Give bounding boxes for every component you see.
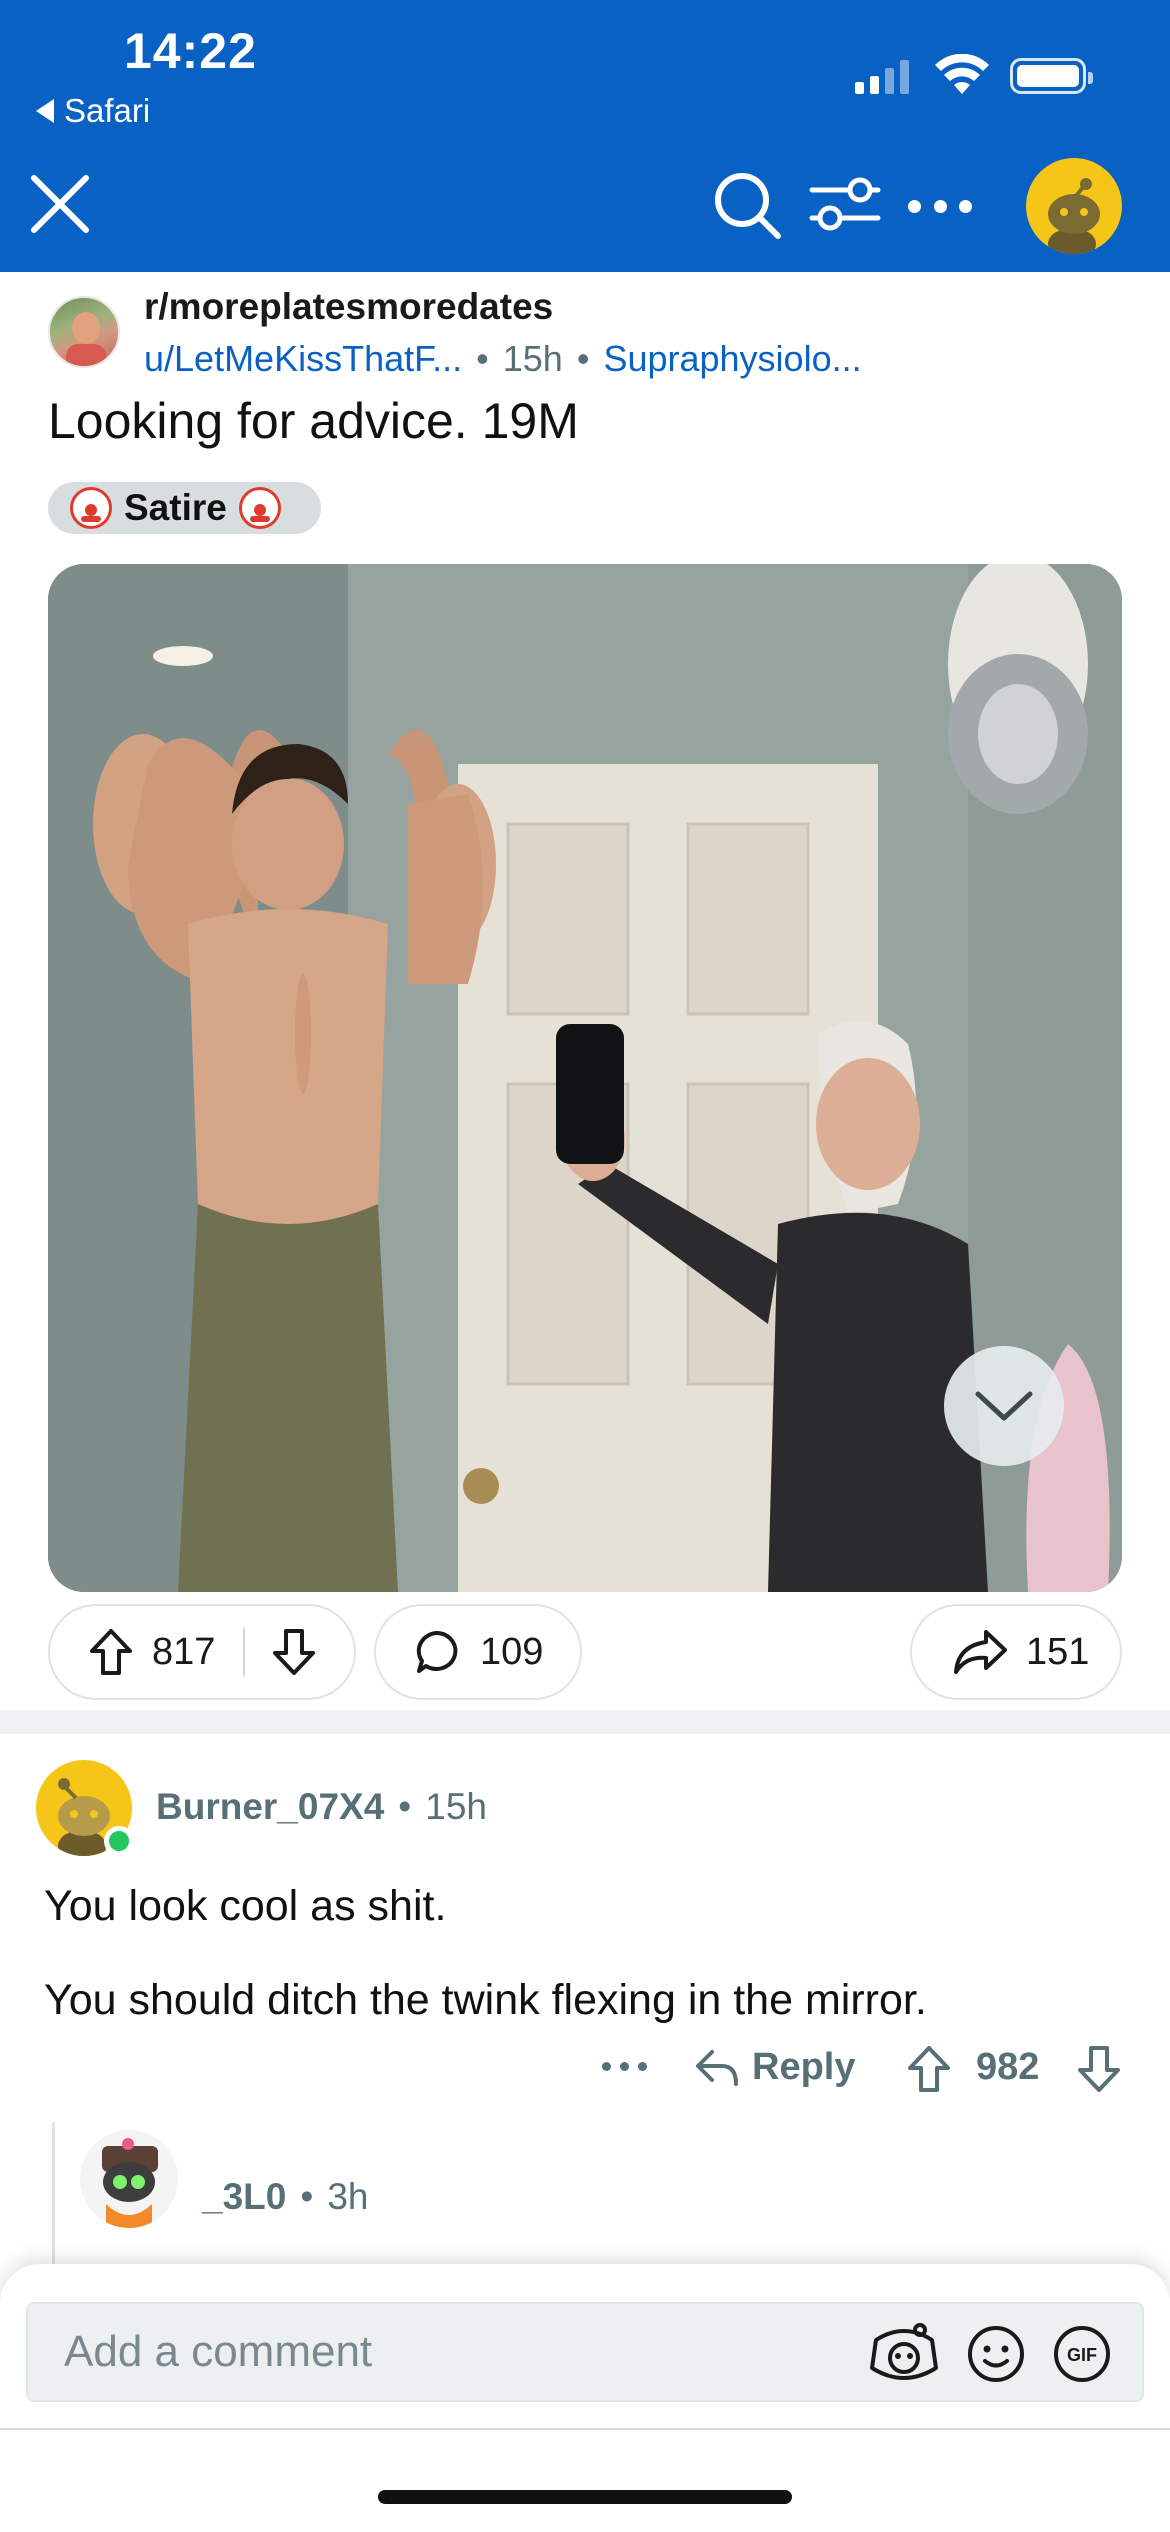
online-status-dot bbox=[104, 1826, 134, 1856]
comment-upvote-icon[interactable] bbox=[906, 2044, 952, 2094]
comment-bubble-icon bbox=[416, 1630, 458, 1673]
post-meta: u/LetMeKissThatF... • 15h • Supraphysiol… bbox=[144, 338, 862, 380]
gif-icon[interactable]: GIF bbox=[1052, 2324, 1112, 2384]
thread-line[interactable] bbox=[52, 2122, 55, 2272]
battery-icon bbox=[1010, 58, 1093, 94]
downvote-arrow-icon[interactable] bbox=[271, 1627, 317, 1677]
clown-emoji-icon bbox=[70, 487, 112, 529]
add-comment-input[interactable] bbox=[64, 2304, 844, 2400]
post-title[interactable]: Looking for advice. 19M bbox=[48, 392, 579, 450]
back-arrow-icon bbox=[36, 99, 54, 123]
app-header: 14:22 Safari bbox=[0, 0, 1170, 272]
vote-divider bbox=[243, 1628, 246, 1676]
reply-label: Reply bbox=[752, 2046, 856, 2088]
reply-header: _3L0 • 3h bbox=[202, 2176, 368, 2218]
back-app-label: Safari bbox=[64, 92, 151, 129]
post-author[interactable]: u/LetMeKissThatF... bbox=[144, 338, 462, 380]
comment-author[interactable]: Burner_07X4 bbox=[156, 1786, 384, 1828]
post-age: 15h bbox=[502, 338, 563, 379]
meta-separator: • bbox=[398, 1786, 412, 1827]
subreddit-avatar[interactable] bbox=[48, 296, 120, 368]
comment-score: 982 bbox=[976, 2046, 1040, 2088]
home-indicator[interactable] bbox=[378, 2490, 792, 2504]
composer-divider bbox=[0, 2428, 1170, 2430]
reply-author[interactable]: _3L0 bbox=[202, 2176, 286, 2218]
upvote-count: 817 bbox=[152, 1630, 216, 1673]
meta-separator: • bbox=[300, 2176, 314, 2217]
comment-downvote-icon[interactable] bbox=[1076, 2044, 1122, 2094]
wifi-icon bbox=[935, 54, 989, 94]
reply-button[interactable]: Reply bbox=[694, 2046, 855, 2089]
subreddit-name[interactable]: r/moreplatesmoredates bbox=[144, 286, 553, 328]
meta-separator: • bbox=[576, 338, 590, 379]
comment-text-line: You should ditch the twink flexing in th… bbox=[44, 1976, 927, 2024]
filter-icon[interactable] bbox=[808, 172, 882, 236]
comments-button[interactable]: 109 bbox=[374, 1604, 582, 1700]
cellular-signal-icon bbox=[855, 58, 909, 94]
gif-label: GIF bbox=[1067, 2345, 1097, 2365]
post-flair-badge[interactable]: Satire bbox=[48, 482, 321, 534]
user-avatar[interactable] bbox=[1026, 158, 1122, 254]
comment-actions: Reply 982 bbox=[0, 2040, 1170, 2100]
comment-more-icon[interactable] bbox=[602, 2062, 647, 2071]
flair-label: Satire bbox=[124, 487, 227, 528]
chevron-down-icon bbox=[975, 1391, 1033, 1421]
close-icon[interactable] bbox=[28, 172, 92, 236]
section-divider bbox=[0, 1710, 1170, 1734]
meta-separator: • bbox=[476, 338, 489, 379]
comment-text-line: You look cool as shit. bbox=[44, 1882, 447, 1930]
user-flair[interactable]: Supraphysiolo... bbox=[603, 338, 861, 380]
comment-count: 109 bbox=[480, 1630, 544, 1673]
more-options-icon[interactable] bbox=[908, 178, 972, 234]
reply-age: 3h bbox=[327, 2176, 369, 2217]
comment-composer: GIF bbox=[26, 2302, 1144, 2402]
clown-emoji-icon bbox=[238, 487, 281, 529]
snoo-avatar-icon[interactable] bbox=[866, 2318, 942, 2388]
emoji-icon[interactable] bbox=[966, 2324, 1026, 2384]
comment-header: Burner_07X4 • 15h bbox=[156, 1786, 487, 1828]
reply-arrow-icon bbox=[696, 2049, 738, 2086]
back-to-safari-link[interactable]: Safari bbox=[36, 92, 150, 130]
status-time: 14:22 bbox=[124, 23, 257, 79]
comment-age: 15h bbox=[425, 1786, 487, 1827]
share-count: 151 bbox=[1026, 1630, 1090, 1673]
share-button[interactable]: 151 bbox=[910, 1604, 1122, 1700]
expand-button[interactable] bbox=[944, 1346, 1064, 1466]
reply-author-avatar[interactable] bbox=[80, 2130, 178, 2228]
search-icon[interactable] bbox=[712, 170, 782, 240]
share-arrow-icon bbox=[954, 1630, 1007, 1674]
upvote-arrow-icon[interactable] bbox=[88, 1627, 134, 1677]
vote-control: 817 bbox=[48, 1604, 356, 1700]
